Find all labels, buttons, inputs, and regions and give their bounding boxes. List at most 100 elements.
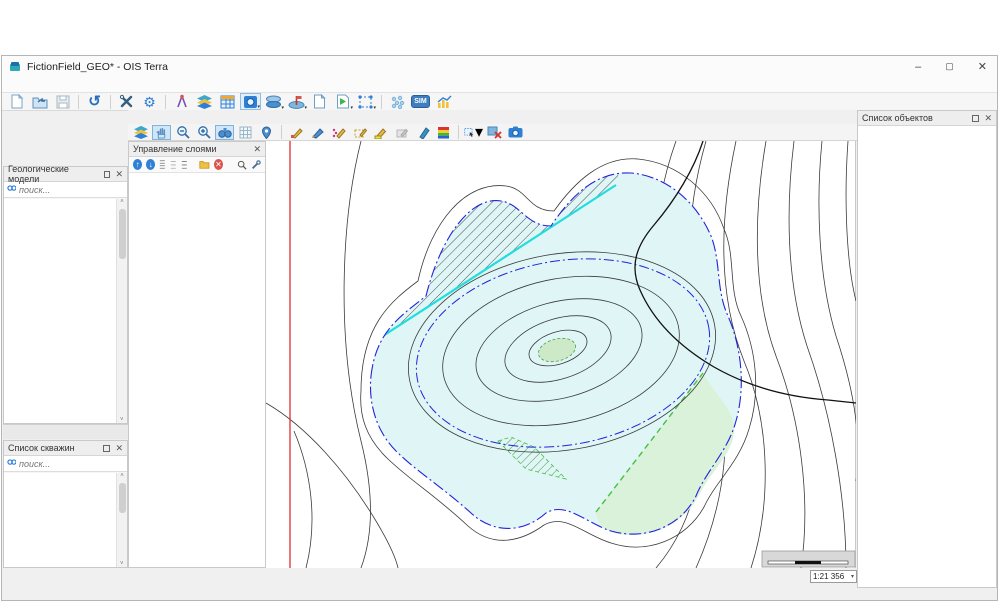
grid-button[interactable]: [236, 125, 255, 140]
maximize-button[interactable]: ▢: [945, 61, 954, 72]
undo-button[interactable]: ↺: [84, 93, 105, 110]
layers-manager-panel: Управление слоями ✕ ↑ ↓ ✕: [128, 141, 266, 568]
app-logo-icon: [9, 61, 21, 73]
wells-search-row: [4, 456, 127, 472]
left-dock: Геологические модели ✕ ˄˅ Список скважин…: [3, 111, 129, 569]
chart-view-button[interactable]: ▾: [332, 93, 353, 110]
settings-gear-button[interactable]: ⚙: [139, 93, 160, 110]
map-canvas[interactable]: [266, 141, 856, 568]
camera-button[interactable]: [506, 125, 525, 140]
layers-panel-title: Управление слоями: [133, 144, 216, 154]
wells-search-input[interactable]: [19, 459, 124, 469]
close-panel-icon[interactable]: ✕: [984, 113, 992, 124]
map-view-button[interactable]: ▾: [240, 93, 261, 110]
zoom-in-button[interactable]: [194, 125, 213, 140]
wells-tree: [4, 473, 116, 567]
objects-tree: [858, 126, 996, 128]
selection-frame-button[interactable]: ▾: [355, 93, 376, 110]
open-project-button[interactable]: [29, 93, 50, 110]
color-scale-button[interactable]: [434, 125, 453, 140]
draw-points-button[interactable]: [329, 125, 348, 140]
report-page-button[interactable]: [309, 93, 330, 110]
edit-points-button[interactable]: [287, 125, 306, 140]
geo-search-input[interactable]: [19, 185, 124, 195]
geo-panel-header: Геологические модели ✕: [4, 167, 127, 182]
layers-settings-icon[interactable]: [251, 159, 261, 171]
find-binoculars-button[interactable]: [215, 125, 234, 140]
wells-panel-title: Список скважин: [8, 443, 75, 453]
objects-panel-header: Список объектов ✕: [858, 111, 996, 126]
search-icon: [7, 185, 16, 194]
screen: { "lights": { "red": "#fb3b30", "yellow"…: [0, 0, 1000, 614]
sim-label: SIM: [411, 95, 429, 108]
tools-button[interactable]: [116, 93, 137, 110]
traffic-light-green[interactable]: [77, 21, 95, 39]
window-title: FictionField_GEO* - OIS Terra: [27, 61, 168, 73]
geo-search-row: [4, 182, 127, 198]
map-scale-select[interactable]: 1:21 356 ▾: [810, 570, 857, 583]
map-tab-bar: [128, 110, 857, 124]
layers-panel-header: Управление слоями ✕: [129, 142, 265, 157]
geo-panel-tabs: [3, 424, 129, 439]
new-group-folder-icon[interactable]: [199, 159, 210, 170]
window-controls: – ▢ ✕: [915, 56, 987, 77]
geo-models-panel: Геологические модели ✕ ˄˅: [3, 166, 128, 424]
search-icon: [7, 459, 16, 468]
statistics-chart-button[interactable]: [433, 93, 454, 110]
geo-models-tree: [4, 199, 116, 423]
close-panel-icon[interactable]: ✕: [115, 169, 123, 180]
delete-layer-button[interactable]: ✕: [214, 159, 223, 170]
move-layer-up-button[interactable]: ↑: [133, 159, 142, 170]
objects-panel: Список объектов ✕: [857, 110, 997, 588]
traffic-light-yellow[interactable]: [48, 21, 66, 39]
map-toolbar: ▾: [128, 124, 857, 141]
wells-panel: Список скважин ✕ ˄˅: [3, 440, 128, 568]
edit-polygon-button[interactable]: [350, 125, 369, 140]
menu-bar: [2, 77, 997, 93]
close-panel-icon[interactable]: ✕: [115, 443, 123, 454]
wells-panel-header: Список скважин ✕: [4, 441, 127, 456]
collapse-all-icon[interactable]: [170, 159, 177, 170]
cross-section-button[interactable]: ▾: [286, 93, 307, 110]
select-area-button[interactable]: ▾: [464, 125, 483, 140]
chevron-down-icon: ▾: [851, 573, 854, 580]
measure-compass-button[interactable]: [171, 93, 192, 110]
layers-search-icon[interactable]: [237, 159, 247, 171]
layers-button[interactable]: [194, 93, 215, 110]
minimize-button[interactable]: –: [915, 61, 921, 73]
new-document-button[interactable]: [6, 93, 27, 110]
pin-icon[interactable]: [103, 445, 110, 452]
geo-panel-title: Геологические модели: [8, 164, 99, 184]
move-layer-down-button[interactable]: ↓: [146, 159, 155, 170]
layers-3d-button[interactable]: ▾: [263, 93, 284, 110]
points-cloud-button[interactable]: [387, 93, 408, 110]
close-panel-icon[interactable]: ✕: [253, 144, 261, 155]
objects-panel-title: Список объектов: [862, 113, 933, 123]
title-bar: FictionField_GEO* - OIS Terra – ▢ ✕: [2, 56, 997, 77]
location-pin-button[interactable]: [257, 125, 276, 140]
eraser-button[interactable]: [413, 125, 432, 140]
close-button[interactable]: ✕: [978, 60, 987, 73]
geo-tree-scrollbar[interactable]: ˄˅: [116, 199, 127, 423]
wells-scrollbar[interactable]: ˄˅: [116, 473, 127, 567]
expand-all-icon[interactable]: [159, 159, 166, 170]
clear-selection-button[interactable]: [485, 125, 504, 140]
layers-manager-button[interactable]: [131, 125, 150, 140]
pan-hand-button[interactable]: [152, 125, 171, 140]
zoom-out-button[interactable]: [173, 125, 192, 140]
layers-toolbar: ↑ ↓ ✕: [129, 157, 265, 173]
scale-bar: [762, 551, 855, 567]
edit-label-button[interactable]: [371, 125, 390, 140]
list-mode-icon[interactable]: [181, 159, 188, 170]
scale-value: 1:21 356: [813, 572, 844, 581]
map-drawing: [266, 141, 856, 568]
paintbrush-button[interactable]: [308, 125, 327, 140]
simulator-button[interactable]: SIM: [410, 93, 431, 110]
save-button[interactable]: [52, 93, 73, 110]
table-button[interactable]: [217, 93, 238, 110]
traffic-light-red[interactable]: [19, 21, 37, 39]
main-toolbar: ↺ ⚙ ▾ ▾ ▾ ▾ ▾ SIM: [2, 93, 997, 111]
pin-icon[interactable]: [972, 115, 979, 122]
pin-icon[interactable]: [104, 171, 111, 178]
edit-disabled-button[interactable]: [392, 125, 411, 140]
